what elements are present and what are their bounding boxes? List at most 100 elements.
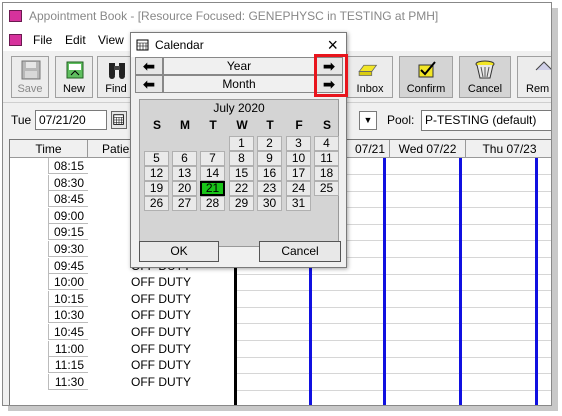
off-duty-cell[interactable]: OFF DUTY	[88, 274, 234, 290]
time-slot-label[interactable]: 10:00	[48, 274, 88, 291]
new-button[interactable]: New	[55, 56, 93, 98]
previous-month-button[interactable]: ⬅	[135, 75, 163, 93]
day-cell[interactable]: 20	[172, 181, 197, 196]
time-slot-label[interactable]: 11:30	[48, 373, 88, 390]
month-nav-row: ⬅ Month ➡	[135, 75, 343, 93]
day-cell[interactable]: 3	[286, 136, 311, 151]
confirm-button[interactable]: Confirm	[399, 56, 453, 98]
day-column-header-wed[interactable]: Wed 07/22	[390, 140, 466, 158]
time-slot-label[interactable]: 09:00	[48, 207, 88, 224]
time-slot-label[interactable]: 08:30	[48, 174, 88, 191]
time-slot-label[interactable]: 09:45	[48, 257, 88, 274]
day-cell[interactable]: 7	[200, 151, 225, 166]
time-slot-label[interactable]: 11:15	[48, 357, 88, 374]
confirm-label: Confirm	[406, 83, 446, 95]
weekday-header: T	[209, 118, 217, 132]
calendar-dialog: Calendar × ⬅ Year ➡ ⬅ Month ➡ July 2020 …	[130, 32, 348, 268]
row-gridline	[236, 306, 551, 308]
day-cell[interactable]: 2	[257, 136, 282, 151]
menu-view[interactable]: View	[98, 33, 124, 47]
arrow-left-icon: ⬅	[143, 76, 155, 92]
day-cell[interactable]: 31	[286, 196, 311, 211]
calendar-picker-button[interactable]	[111, 111, 127, 129]
selected-day-cell[interactable]: 21	[200, 181, 225, 196]
time-slot-label[interactable]: 10:45	[48, 324, 88, 340]
weekday-header: M	[180, 118, 190, 132]
month-grid: July 2020 SMTWTFS 1 2 3 4 5 6 7 8 9 10 11 12 13 14 15 1…	[139, 99, 339, 247]
day-cell[interactable]: 22	[229, 181, 254, 196]
time-slot-label[interactable]: 09:15	[48, 224, 88, 241]
day-cell[interactable]: 19	[144, 181, 169, 196]
day-of-week-label: Tue	[11, 113, 32, 127]
next-buttons-highlight	[314, 54, 348, 97]
day-cell[interactable]: 30	[257, 196, 282, 211]
day-cell[interactable]: 29	[229, 196, 254, 211]
time-slot-label[interactable]: 10:30	[48, 307, 88, 324]
window-title: Appointment Book - [Resource Focused: GE…	[29, 9, 439, 23]
calendar-title: Calendar	[155, 38, 204, 52]
cancel-appointment-label: Cancel	[467, 83, 503, 95]
cancel-appointment-button[interactable]: Cancel	[459, 56, 511, 98]
floppy-disk-icon	[21, 60, 41, 80]
inbox-button[interactable]: Inbox	[347, 56, 393, 98]
chevron-down-icon: ▼	[363, 115, 373, 125]
day-cell[interactable]: 4	[314, 136, 339, 151]
menu-edit[interactable]: Edit	[65, 33, 86, 47]
find-label: Find	[105, 83, 127, 95]
day-cell[interactable]: 25	[314, 181, 339, 196]
month-label: Month	[163, 75, 315, 93]
previous-year-button[interactable]: ⬅	[135, 57, 163, 75]
day-cell[interactable]: 10	[286, 151, 311, 166]
time-slot-label[interactable]: 09:30	[48, 241, 88, 257]
day-cell[interactable]: 9	[257, 151, 282, 166]
pool-label: Pool:	[387, 113, 415, 127]
day-cell[interactable]: 13	[172, 166, 197, 181]
day-cell[interactable]: 18	[314, 166, 339, 181]
ok-button[interactable]: OK	[139, 241, 219, 262]
menu-file[interactable]: File	[33, 33, 52, 47]
day-cell[interactable]: 5	[144, 151, 169, 166]
day-cell[interactable]: 28	[200, 196, 225, 211]
time-slot-label[interactable]: 08:45	[48, 191, 88, 208]
day-cell[interactable]: 15	[229, 166, 254, 181]
date-field[interactable]: 07/21/20	[35, 110, 107, 130]
day-cell[interactable]: 12	[144, 166, 169, 181]
day-cell[interactable]: 26	[144, 196, 169, 211]
day-cell[interactable]: 16	[257, 166, 282, 181]
cancel-button[interactable]: Cancel	[259, 241, 341, 262]
off-duty-cell[interactable]: OFF DUTY	[88, 341, 234, 357]
day-cell[interactable]: 24	[286, 181, 311, 196]
off-duty-cell[interactable]: OFF DUTY	[88, 291, 234, 307]
off-duty-cell[interactable]: OFF DUTY	[88, 307, 234, 323]
time-slot-label[interactable]: 08:15	[48, 158, 88, 174]
arrow-left-icon: ⬅	[143, 58, 155, 74]
resource-dropdown-arrow[interactable]: ▼	[359, 111, 377, 130]
row-gridline	[236, 290, 551, 292]
column-divider-wed	[383, 158, 386, 405]
time-column-header[interactable]: Time	[10, 140, 88, 158]
time-slot-label[interactable]: 10:15	[48, 290, 88, 307]
day-cell[interactable]: 1	[229, 136, 254, 151]
time-slot-label[interactable]: 11:00	[48, 340, 88, 357]
pool-field[interactable]: P-TESTING (default)	[421, 110, 551, 131]
day-cell[interactable]: 14	[200, 166, 225, 181]
menu-app-icon[interactable]	[9, 34, 22, 46]
weekday-header: F	[295, 118, 303, 132]
day-column-header-thu[interactable]: Thu 07/23	[466, 140, 551, 158]
pool-value: P-TESTING (default)	[425, 113, 537, 127]
remove-button[interactable]: Rem	[517, 56, 551, 98]
new-label: New	[62, 83, 85, 95]
calendar-icon	[136, 39, 149, 51]
day-cell[interactable]: 11	[314, 151, 339, 166]
page-shadow-bottom	[8, 406, 558, 411]
off-duty-cell[interactable]: OFF DUTY	[88, 357, 234, 373]
day-cell[interactable]: 6	[172, 151, 197, 166]
day-cell[interactable]: 8	[229, 151, 254, 166]
off-duty-cell[interactable]: OFF DUTY	[88, 324, 234, 340]
off-duty-cell[interactable]: OFF DUTY	[88, 374, 234, 390]
day-cell[interactable]: 23	[257, 181, 282, 196]
day-cell[interactable]: 17	[286, 166, 311, 181]
save-button[interactable]: Save	[11, 56, 49, 98]
day-cell[interactable]: 27	[172, 196, 197, 211]
remove-label: Rem	[526, 83, 550, 95]
